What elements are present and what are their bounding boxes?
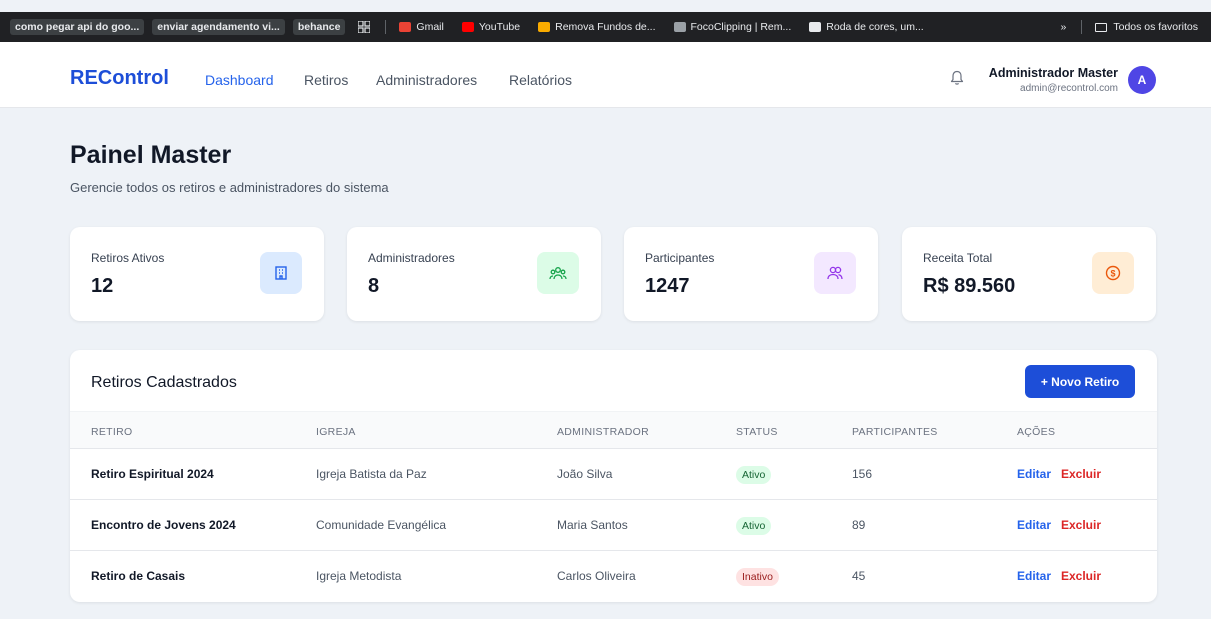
status-badge: Ativo <box>736 466 772 484</box>
bookmark-item[interactable]: behance <box>292 19 346 35</box>
bookmark-youtube[interactable]: YouTube <box>457 19 525 35</box>
column-header: STATUS <box>736 426 778 438</box>
column-header: RETIRO <box>91 426 133 438</box>
stat-card-administradores: Administradores 8 <box>347 227 601 321</box>
cell-administrador: Maria Santos <box>557 518 628 532</box>
stat-label: Receita Total <box>923 251 993 265</box>
bookmark-item[interactable]: como pegar api do goo... <box>10 19 145 35</box>
nav-administradores[interactable]: Administradores <box>376 72 477 88</box>
user-email: admin@recontrol.com <box>1020 83 1118 94</box>
user-name: Administrador Master <box>988 66 1118 80</box>
more-bookmarks-button[interactable]: » <box>1056 19 1072 35</box>
cell-igreja: Igreja Metodista <box>316 569 402 583</box>
brand-logo[interactable]: REControl <box>70 67 169 90</box>
stat-label: Retiros Ativos <box>91 251 165 265</box>
all-bookmarks-button[interactable]: Todos os favoritos <box>1090 19 1203 35</box>
retiros-table-panel: Retiros Cadastrados + Novo Retiro RETIRO… <box>70 350 1157 602</box>
delete-link[interactable]: Excluir <box>1061 569 1101 583</box>
stat-card-retiros-ativos: Retiros Ativos 12 <box>70 227 324 321</box>
page-subtitle: Gerencie todos os retiros e administrado… <box>70 180 389 195</box>
edit-link[interactable]: Editar <box>1017 467 1051 481</box>
page-title: Painel Master <box>70 141 232 169</box>
edit-link[interactable]: Editar <box>1017 518 1051 532</box>
nav-retiros[interactable]: Retiros <box>304 72 348 88</box>
bell-icon[interactable] <box>950 70 964 86</box>
column-header: IGREJA <box>316 426 356 438</box>
youtube-icon <box>461 22 474 32</box>
folder-icon <box>1095 22 1108 32</box>
column-header: PARTICIPANTES <box>852 426 938 438</box>
cell-retiro: Retiro Espiritual 2024 <box>91 467 214 481</box>
users-group-icon <box>537 252 579 294</box>
dollar-icon: $ <box>1092 252 1134 294</box>
removebg-icon <box>538 22 551 32</box>
all-bookmarks-label: Todos os favoritos <box>1113 21 1198 33</box>
building-icon <box>260 252 302 294</box>
status-badge: Ativo <box>736 517 772 535</box>
bookmark-label: FocoClipping | Rem... <box>690 21 792 33</box>
column-header: ADMINISTRADOR <box>557 426 649 438</box>
bookmark-label: Gmail <box>416 21 444 33</box>
svg-text:$: $ <box>1110 269 1115 279</box>
cell-participantes: 45 <box>852 569 866 583</box>
cell-administrador: Carlos Oliveira <box>557 569 636 583</box>
delete-link[interactable]: Excluir <box>1061 467 1101 481</box>
cell-retiro: Retiro de Casais <box>91 569 186 583</box>
fococlipping-icon <box>673 22 686 32</box>
cell-igreja: Comunidade Evangélica <box>316 518 447 532</box>
status-badge: Inativo <box>736 568 779 586</box>
bookmark-removebg[interactable]: Remova Fundos de... <box>533 19 660 35</box>
bookmark-color-wheel[interactable]: Roda de cores, um... <box>804 19 928 35</box>
cell-igreja: Igreja Batista da Paz <box>316 467 427 481</box>
delete-link[interactable]: Excluir <box>1061 518 1101 532</box>
bookmarks-right: » Todos os favoritos <box>1045 12 1211 42</box>
stat-value: 8 <box>368 275 380 297</box>
nav-relatorios[interactable]: Relatórios <box>509 72 572 88</box>
nav-dashboard[interactable]: Dashboard <box>205 72 274 88</box>
stat-value: 12 <box>91 275 114 297</box>
apps-grid-icon[interactable] <box>353 19 375 35</box>
bookmark-fococlipping[interactable]: FocoClipping | Rem... <box>669 19 797 35</box>
bookmark-label: Roda de cores, um... <box>826 21 924 33</box>
top-navbar: REControl Dashboard Retiros Administrado… <box>0 42 1211 108</box>
cell-administrador: João Silva <box>557 467 613 481</box>
table-header: RETIRO IGREJA ADMINISTRADOR STATUS PARTI… <box>70 411 1157 449</box>
stat-value: R$ 89.560 <box>923 275 1016 297</box>
bookmark-separator <box>1081 20 1083 34</box>
new-retiro-button[interactable]: + Novo Retiro <box>1025 365 1135 398</box>
bookmark-separator <box>385 20 387 34</box>
stat-card-receita-total: Receita Total R$ 89.560 $ <box>902 227 1156 321</box>
avatar[interactable]: A <box>1128 66 1156 94</box>
bookmark-gmail[interactable]: Gmail <box>394 19 448 35</box>
table-row: Retiro de Casais Igreja Metodista Carlos… <box>70 551 1157 602</box>
table-row: Encontro de Jovens 2024 Comunidade Evang… <box>70 500 1157 551</box>
cell-participantes: 89 <box>852 518 866 532</box>
table-title: Retiros Cadastrados <box>91 374 237 391</box>
cell-participantes: 156 <box>852 467 873 481</box>
cell-retiro: Encontro de Jovens 2024 <box>91 518 236 532</box>
stat-value: 1247 <box>645 275 690 297</box>
gmail-icon <box>399 22 412 32</box>
stat-label: Participantes <box>645 251 715 265</box>
color-wheel-icon <box>809 22 822 32</box>
column-header: AÇÕES <box>1017 426 1056 438</box>
bookmark-label: Remova Fundos de... <box>555 21 656 33</box>
stat-card-participantes: Participantes 1247 <box>624 227 878 321</box>
stat-label: Administradores <box>368 251 455 265</box>
bookmark-label: YouTube <box>478 21 521 33</box>
bookmarks-bar: como pegar api do goo... enviar agendame… <box>0 12 1211 42</box>
edit-link[interactable]: Editar <box>1017 569 1051 583</box>
bookmark-item[interactable]: enviar agendamento vi... <box>152 19 285 35</box>
table-row: Retiro Espiritual 2024 Igreja Batista da… <box>70 449 1157 500</box>
users-icon <box>814 252 856 294</box>
